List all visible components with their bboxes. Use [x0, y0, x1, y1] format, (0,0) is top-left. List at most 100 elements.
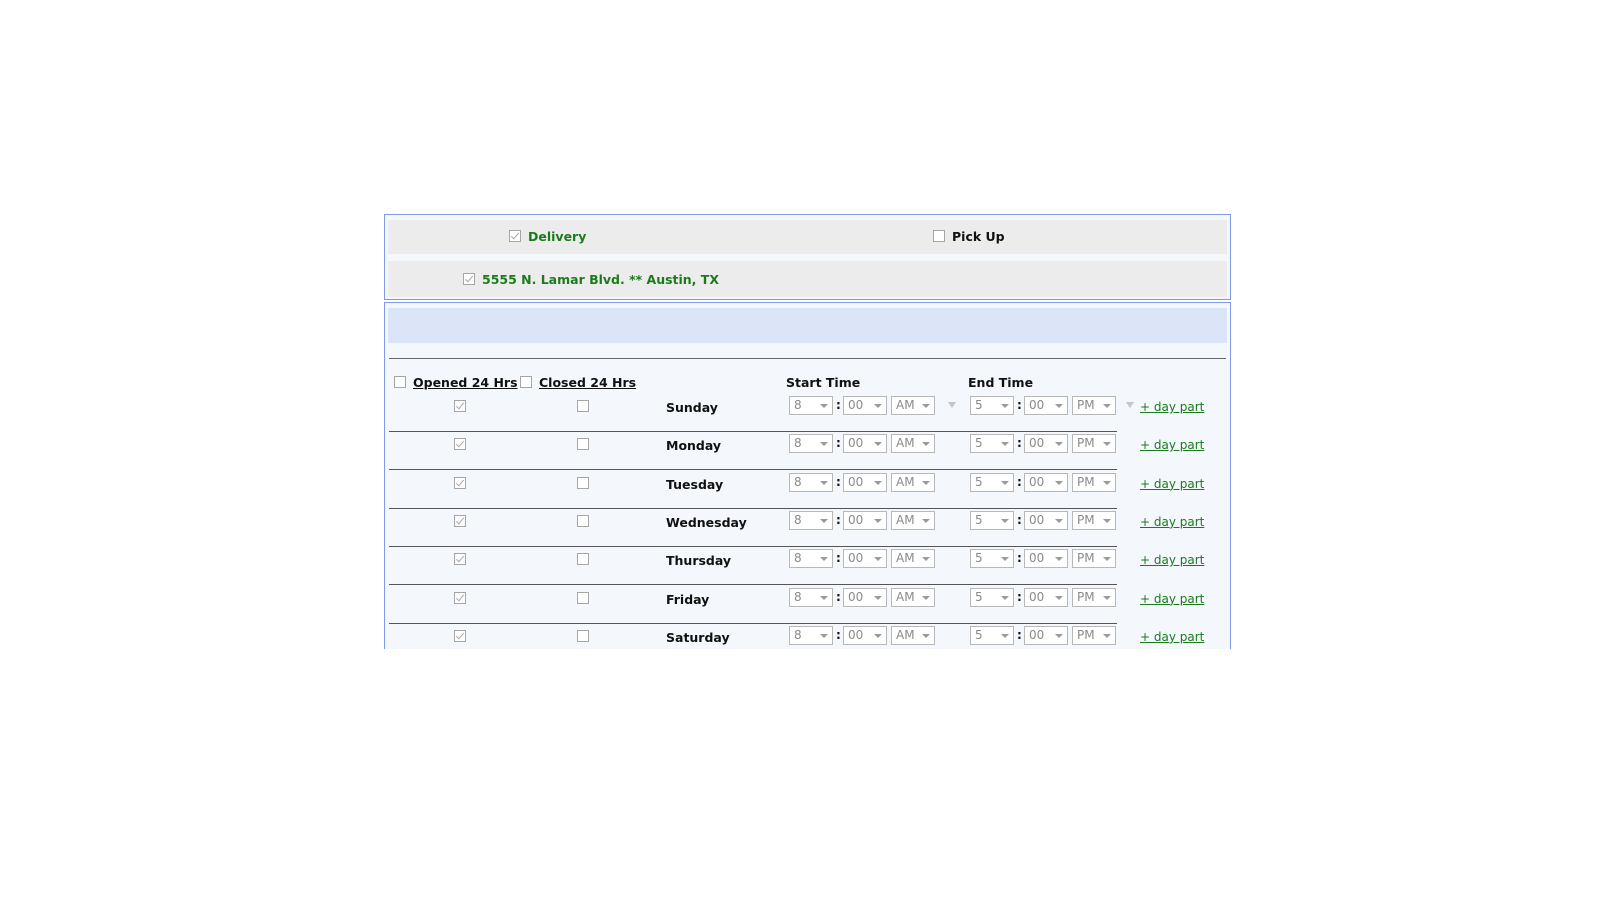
end-hour-select[interactable]: 5 — [970, 434, 1014, 454]
closed-24-checkbox[interactable] — [577, 591, 589, 604]
closed-24-checkbox[interactable] — [577, 476, 589, 489]
opened-24-checkbox[interactable] — [454, 553, 466, 566]
location-row: 5555 N. Lamar Blvd. ** Austin, TX — [388, 261, 1227, 297]
start-hour-select-value: 8 — [794, 474, 802, 489]
start-minute-select[interactable]: 00 — [843, 472, 887, 492]
start-ampm-select[interactable]: AM — [891, 549, 935, 569]
closed-24-checkbox[interactable] — [577, 400, 589, 412]
start-ampm-select[interactable]: AM — [891, 472, 935, 492]
start-minute-select[interactable]: 00 — [843, 396, 887, 415]
end-hour-select[interactable]: 5 — [970, 510, 1014, 530]
end-hour-select[interactable]: 5 — [970, 472, 1014, 492]
start-minute-select[interactable]: 00 — [843, 625, 887, 645]
chevron-down-icon — [922, 595, 930, 600]
chevron-down-icon — [1103, 595, 1111, 600]
chevron-down-icon — [1055, 633, 1063, 638]
chevron-down-icon — [820, 633, 828, 638]
start-ampm-select-value: AM — [896, 398, 915, 412]
time-colon: : — [1017, 551, 1022, 566]
closed-24-checkbox[interactable] — [577, 438, 589, 451]
end-minute-select[interactable]: 00 — [1024, 625, 1068, 645]
chevron-down-icon — [1103, 480, 1111, 485]
time-colon: : — [1017, 512, 1022, 527]
add-day-part-link[interactable]: + day part — [1140, 515, 1204, 529]
start-minute-select[interactable]: 00 — [843, 510, 887, 530]
start-hour-select[interactable]: 8 — [789, 549, 833, 569]
end-hour-select[interactable]: 5 — [970, 396, 1014, 415]
start-minute-select[interactable]: 00 — [843, 434, 887, 454]
closed-24-checkbox[interactable] — [577, 629, 589, 642]
start-minute-select-value: 00 — [848, 627, 864, 642]
add-day-part-link[interactable]: + day part — [1140, 477, 1204, 491]
start-ampm-select[interactable]: AM — [891, 625, 935, 645]
opened-24-link[interactable]: Opened 24 Hrs — [413, 375, 518, 390]
start-hour-select[interactable]: 8 — [789, 587, 833, 607]
start-hour-select[interactable]: 8 — [789, 510, 833, 530]
add-day-part-link[interactable]: + day part — [1140, 592, 1204, 606]
opened-24-all-checkbox[interactable] — [394, 376, 406, 388]
opened-24-checkbox[interactable] — [454, 629, 466, 642]
end-ampm-select-value: PM — [1077, 398, 1095, 412]
pickup-checkbox[interactable] — [933, 230, 945, 242]
start-hour-select[interactable]: 8 — [789, 434, 833, 454]
start-ampm-select[interactable]: AM — [891, 510, 935, 530]
start-minute-select-value: 00 — [848, 512, 864, 527]
end-minute-select[interactable]: 00 — [1024, 434, 1068, 454]
chevron-down-icon — [820, 404, 828, 408]
opened-24-checkbox[interactable] — [454, 591, 466, 604]
add-day-part-link[interactable]: + day part — [1140, 553, 1204, 567]
end-ampm-select[interactable]: PM — [1072, 549, 1116, 569]
start-minute-select-value: 00 — [848, 436, 864, 451]
location-checkbox[interactable] — [463, 273, 475, 285]
end-hour-select[interactable]: 5 — [970, 625, 1014, 645]
opened-24-checkbox[interactable] — [454, 438, 466, 451]
end-ampm-select[interactable]: PM — [1072, 587, 1116, 607]
time-colon: : — [1017, 436, 1022, 451]
day-row-sunday: Sunday 8 00 AM 5 00 PM:: + day part — [389, 394, 1224, 432]
end-minute-select[interactable]: 00 — [1024, 587, 1068, 607]
opened-24-checkbox[interactable] — [454, 514, 466, 527]
opened-24-checkbox[interactable] — [454, 476, 466, 489]
end-minute-select[interactable]: 00 — [1024, 472, 1068, 492]
end-hour-select[interactable]: 5 — [970, 587, 1014, 607]
start-hour-select-value: 8 — [794, 551, 802, 566]
add-day-part-link[interactable]: + day part — [1140, 630, 1204, 644]
closed-24-link[interactable]: Closed 24 Hrs — [539, 375, 636, 390]
end-minute-select[interactable]: 00 — [1024, 510, 1068, 530]
add-day-part-link[interactable]: + day part — [1140, 400, 1204, 414]
end-hour-select[interactable]: 5 — [970, 549, 1014, 569]
start-hour-select-value: 8 — [794, 436, 802, 451]
chevron-down-icon — [1055, 404, 1063, 408]
closed-24-all-checkbox[interactable] — [520, 376, 532, 388]
end-ampm-select-value: PM — [1077, 474, 1095, 489]
start-ampm-select[interactable]: AM — [891, 434, 935, 454]
opened-24-checkbox[interactable] — [454, 400, 466, 412]
end-ampm-select[interactable]: PM — [1072, 434, 1116, 454]
closed-24-checkbox[interactable] — [577, 514, 589, 527]
start-minute-select[interactable]: 00 — [843, 549, 887, 569]
end-ampm-select[interactable]: PM — [1072, 510, 1116, 530]
end-minute-select-value: 00 — [1029, 436, 1045, 451]
start-ampm-select[interactable]: AM — [891, 587, 935, 607]
end-ampm-select[interactable]: PM — [1072, 396, 1116, 415]
day-row-thursday: Thursday 8 00 AM 5 00 PM:: + day part — [389, 547, 1224, 586]
chevron-down-icon — [874, 442, 882, 447]
location-address: 5555 N. Lamar Blvd. ** Austin, TX — [482, 272, 719, 287]
day-row-tuesday: Tuesday 8 00 AM 5 00 PM:: + day part — [389, 471, 1224, 509]
delivery-checkbox[interactable] — [509, 230, 521, 242]
chevron-down-icon — [820, 595, 828, 600]
start-hour-select[interactable]: 8 — [789, 396, 833, 415]
start-hour-select[interactable]: 8 — [789, 625, 833, 645]
add-day-part-link[interactable]: + day part — [1140, 438, 1204, 452]
start-hour-select[interactable]: 8 — [789, 472, 833, 492]
chevron-down-icon — [1001, 633, 1009, 638]
start-minute-select[interactable]: 00 — [843, 587, 887, 607]
end-minute-select[interactable]: 00 — [1024, 396, 1068, 415]
end-minute-select[interactable]: 00 — [1024, 549, 1068, 569]
start-ampm-select[interactable]: AM — [891, 396, 935, 415]
end-ampm-select[interactable]: PM — [1072, 472, 1116, 492]
start-ampm-select-value: AM — [896, 474, 915, 489]
closed-24-checkbox[interactable] — [577, 553, 589, 566]
end-ampm-select[interactable]: PM — [1072, 625, 1116, 645]
chevron-down-icon — [1055, 480, 1063, 485]
